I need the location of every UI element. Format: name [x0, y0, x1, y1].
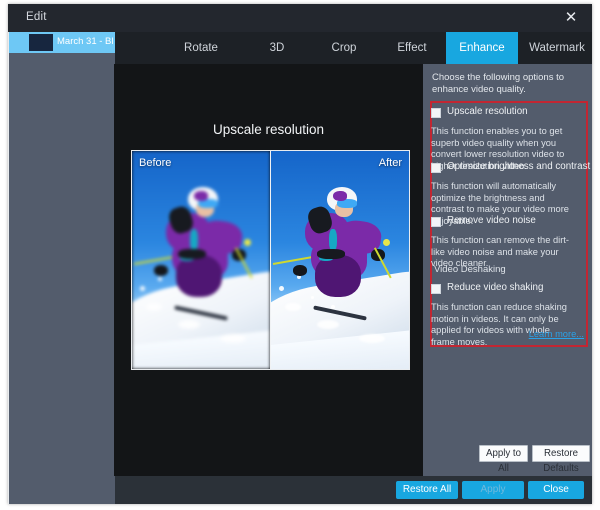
tab-3d[interactable]: 3D	[244, 32, 310, 64]
optimize-brightness-checkbox[interactable]	[431, 163, 441, 173]
reduce-video-shaking-description: This function can reduce shaking motion …	[431, 302, 574, 348]
edit-window: Edit ✕ Rotate 3D Crop Effect Enhance Wat…	[8, 4, 592, 504]
tab-watermark[interactable]: Watermark	[518, 32, 592, 64]
close-button[interactable]: Close	[528, 481, 584, 499]
before-pane: Before	[132, 151, 270, 369]
remove-video-noise-checkbox[interactable]	[431, 217, 441, 227]
panel-intro-text: Choose the following options to enhance …	[432, 72, 584, 96]
preview-stage: Upscale resolution	[114, 64, 423, 476]
after-label: After	[379, 157, 402, 169]
upscale-resolution-checkbox[interactable]	[431, 108, 441, 118]
before-image	[132, 151, 270, 369]
upscale-resolution-label[interactable]: Upscale resolution	[447, 106, 577, 117]
sidebar-item-clip[interactable]: March 31 - Bl...	[9, 32, 115, 53]
tab-enhance[interactable]: Enhance	[446, 32, 518, 64]
apply-button[interactable]: Apply	[462, 481, 524, 499]
clip-sidebar: March 31 - Bl...	[8, 32, 115, 476]
tab-crop[interactable]: Crop	[310, 32, 378, 64]
learn-more-link[interactable]: Learn more...	[529, 329, 584, 339]
title-bar: Edit ✕	[8, 4, 592, 32]
before-after-compare: Before	[131, 150, 410, 370]
close-icon[interactable]: ✕	[560, 8, 582, 28]
enhance-options-panel: Choose the following options to enhance …	[423, 64, 592, 476]
preview-title: Upscale resolution	[114, 122, 423, 137]
optimize-brightness-label[interactable]: Optimize brightness and contrast	[447, 161, 577, 172]
footer-sidebar-filler	[8, 476, 115, 504]
window-title: Edit	[26, 11, 47, 23]
after-image	[271, 151, 409, 369]
tab-effect[interactable]: Effect	[378, 32, 446, 64]
remove-video-noise-label[interactable]: Remove video noise	[447, 215, 577, 226]
video-deshaking-section-label: Video Deshaking	[434, 264, 574, 275]
after-pane: After	[271, 151, 409, 369]
compare-divider	[270, 151, 271, 369]
restore-all-button[interactable]: Restore All	[396, 481, 458, 499]
reduce-video-shaking-checkbox[interactable]	[431, 284, 441, 294]
apply-to-all-button[interactable]: Apply to All	[479, 445, 528, 462]
clip-thumbnail	[29, 34, 53, 51]
tab-rotate[interactable]: Rotate	[158, 32, 244, 64]
tab-bar: Rotate 3D Crop Effect Enhance Watermark	[114, 32, 592, 64]
clip-label: March 31 - Bl...	[57, 36, 113, 47]
footer-bar: Restore All Apply Close	[8, 476, 592, 504]
reduce-video-shaking-label[interactable]: Reduce video shaking	[447, 282, 577, 293]
before-label: Before	[139, 157, 171, 169]
restore-defaults-button[interactable]: Restore Defaults	[532, 445, 590, 462]
